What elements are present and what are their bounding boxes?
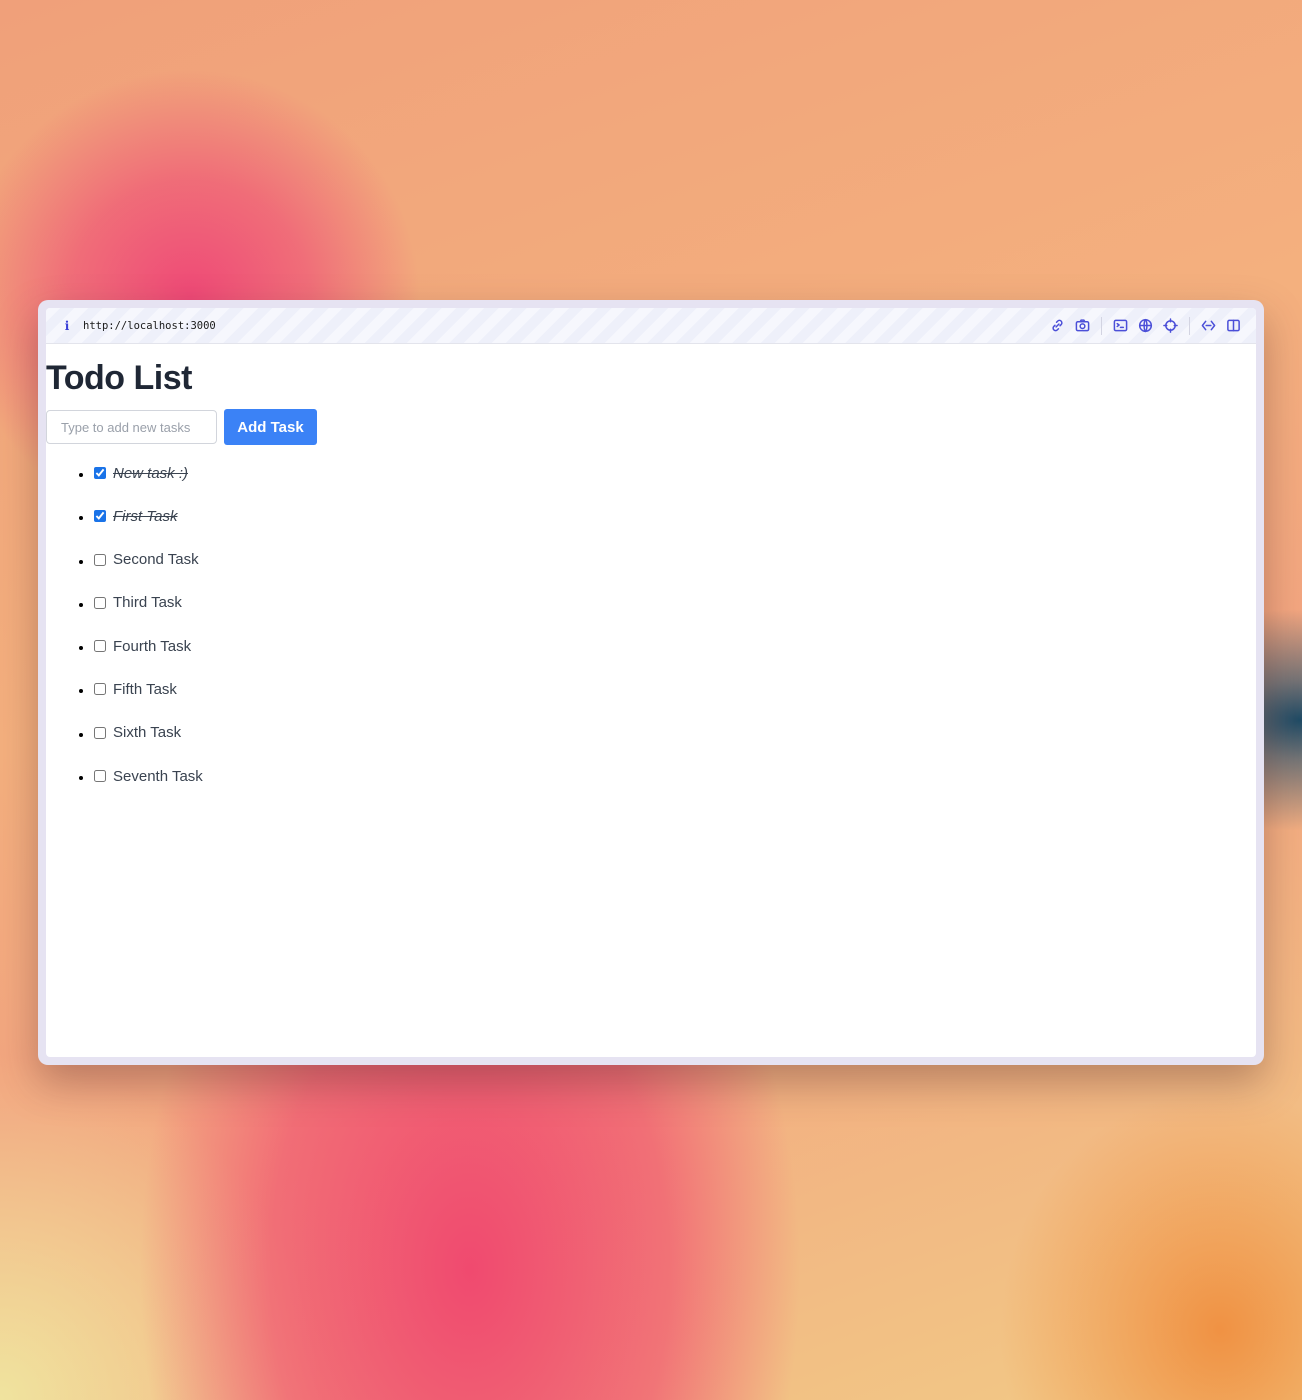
task-item: Third Task — [94, 592, 1256, 635]
task-checkbox[interactable] — [94, 726, 106, 739]
task-item-content: Seventh Task — [94, 765, 203, 787]
task-item-content: First Task — [94, 505, 177, 527]
task-checkbox[interactable] — [94, 467, 106, 479]
toolbar-divider — [1101, 316, 1102, 335]
code-icon[interactable] — [1200, 317, 1218, 335]
task-label: Seventh Task — [113, 767, 203, 785]
task-item-content: Fourth Task — [94, 635, 191, 657]
split-view-icon[interactable] — [1225, 317, 1243, 335]
camera-icon[interactable] — [1074, 317, 1092, 335]
browser-toolbar: i http://localhost:3000 — [46, 308, 1256, 344]
task-item: Sixth Task — [94, 722, 1256, 765]
page-title: Todo List — [46, 359, 192, 397]
add-task-button[interactable]: Add Task — [224, 409, 317, 445]
task-item-content: Fifth Task — [94, 678, 177, 700]
page-content: Todo List Add Task New task :) First Task… — [46, 358, 1256, 808]
crosshair-icon[interactable] — [1162, 317, 1180, 335]
task-item-content: Second Task — [94, 549, 199, 571]
task-label: Fourth Task — [113, 637, 192, 655]
task-item: Second Task — [94, 549, 1256, 592]
toolbar-actions — [1045, 316, 1246, 335]
task-item-content: Third Task — [94, 592, 182, 614]
task-checkbox[interactable] — [94, 640, 106, 653]
add-task-row: Add Task — [46, 409, 1256, 445]
task-item: First Task — [94, 505, 1256, 548]
task-checkbox[interactable] — [94, 553, 106, 566]
task-checkbox[interactable] — [94, 770, 106, 783]
task-label: First Task — [113, 507, 178, 525]
task-item: Fourth Task — [94, 635, 1256, 678]
terminal-icon[interactable] — [1112, 317, 1130, 335]
globe-icon[interactable] — [1137, 317, 1155, 335]
task-label: Third Task — [113, 594, 182, 612]
task-item-content: New task :) — [94, 462, 188, 484]
task-label: New task :) — [113, 464, 189, 482]
info-icon[interactable]: i — [60, 319, 74, 333]
task-label: Second Task — [113, 551, 199, 569]
browser-window-frame: i http://localhost:3000 Todo List Type t… — [38, 300, 1264, 1065]
task-checkbox[interactable] — [94, 510, 106, 523]
task-label: Sixth Task — [113, 724, 182, 742]
toolbar-divider — [1189, 316, 1190, 335]
task-item: New task :) — [94, 462, 1256, 505]
link-icon[interactable] — [1049, 317, 1067, 335]
browser-window: i http://localhost:3000 Todo List Type t… — [46, 308, 1256, 1057]
url-bar[interactable]: http://localhost:3000 — [83, 320, 216, 332]
task-item-content: Sixth Task — [94, 722, 181, 744]
task-list: New task :) First Task Second Task Third Ta… — [46, 462, 1256, 808]
task-item: Seventh Task — [94, 765, 1256, 808]
new-task-input[interactable] — [46, 410, 217, 444]
task-label: Fifth Task — [113, 680, 177, 698]
task-checkbox[interactable] — [94, 596, 106, 609]
task-checkbox[interactable] — [94, 683, 106, 696]
task-item: Fifth Task — [94, 678, 1256, 721]
